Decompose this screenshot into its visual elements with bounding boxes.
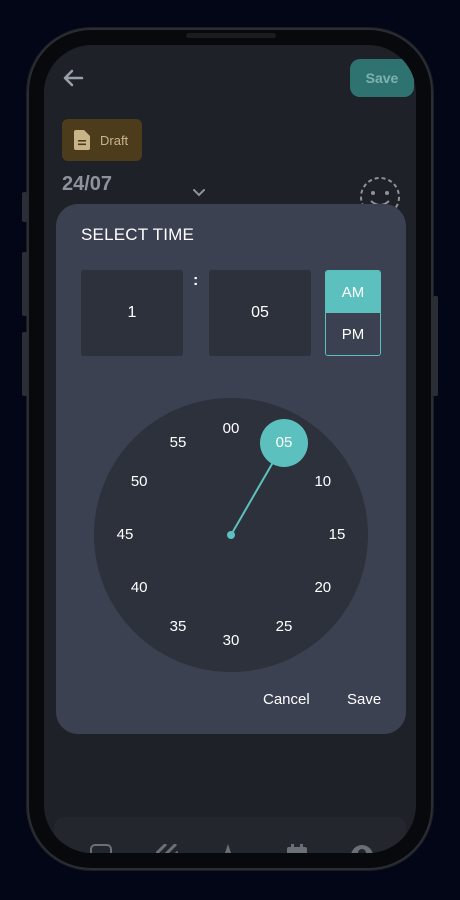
- clock-number-10[interactable]: 10: [308, 472, 338, 492]
- phone-side-button-volume-down: [22, 332, 27, 396]
- calendar-icon[interactable]: [286, 844, 308, 853]
- clock-number-30[interactable]: 30: [216, 631, 246, 651]
- arrow-left-icon[interactable]: [62, 67, 84, 89]
- clock-center-dot: [227, 531, 235, 539]
- dialog-title: SELECT TIME: [81, 225, 195, 244]
- clock-number-35[interactable]: 35: [163, 617, 193, 637]
- time-separator: :: [193, 272, 199, 289]
- clock-number-25[interactable]: 25: [269, 617, 299, 637]
- clock-number-15[interactable]: 15: [322, 525, 352, 545]
- am-pm-toggle: AM PM: [325, 270, 381, 356]
- am-option[interactable]: AM: [326, 271, 380, 313]
- top-save-button[interactable]: Save: [350, 59, 414, 97]
- clock-number-50[interactable]: 50: [124, 472, 154, 492]
- time-picker-dialog: SELECT TIME 1 : 05 AM PM 00 05 10 15 20 25 30 3…: [56, 204, 406, 734]
- phone-speaker: [186, 33, 276, 38]
- chevron-down-icon[interactable]: [192, 188, 206, 198]
- phone-side-button-mute: [22, 192, 27, 222]
- phone-side-button-power: [433, 296, 438, 396]
- clock-number-40[interactable]: 40: [124, 578, 154, 598]
- draft-label: Draft: [100, 132, 129, 148]
- text-icon[interactable]: [220, 844, 246, 853]
- pm-option[interactable]: PM: [326, 313, 380, 355]
- phone-side-button-volume-up: [22, 252, 27, 316]
- hour-field[interactable]: 1: [81, 270, 183, 356]
- minute-field[interactable]: 05: [209, 270, 311, 356]
- clock-number-05[interactable]: 05: [269, 433, 299, 453]
- bottom-navigation: [54, 817, 406, 853]
- clock-number-00[interactable]: 00: [216, 419, 246, 439]
- clock-number-55[interactable]: 55: [163, 433, 193, 453]
- entry-date: 24/07: [62, 173, 113, 195]
- clock-number-20[interactable]: 20: [308, 578, 338, 598]
- save-button[interactable]: Save: [347, 691, 381, 708]
- add-icon[interactable]: [90, 844, 112, 853]
- clock-number-45[interactable]: 45: [110, 525, 140, 545]
- stripes-icon[interactable]: [156, 844, 178, 853]
- document-icon: [74, 130, 90, 150]
- profile-icon[interactable]: [350, 844, 374, 853]
- draft-chip[interactable]: Draft: [62, 119, 142, 161]
- cancel-button[interactable]: Cancel: [263, 691, 310, 708]
- clock-face[interactable]: 00 05 10 15 20 25 30 35 40 45 50 55: [94, 398, 368, 672]
